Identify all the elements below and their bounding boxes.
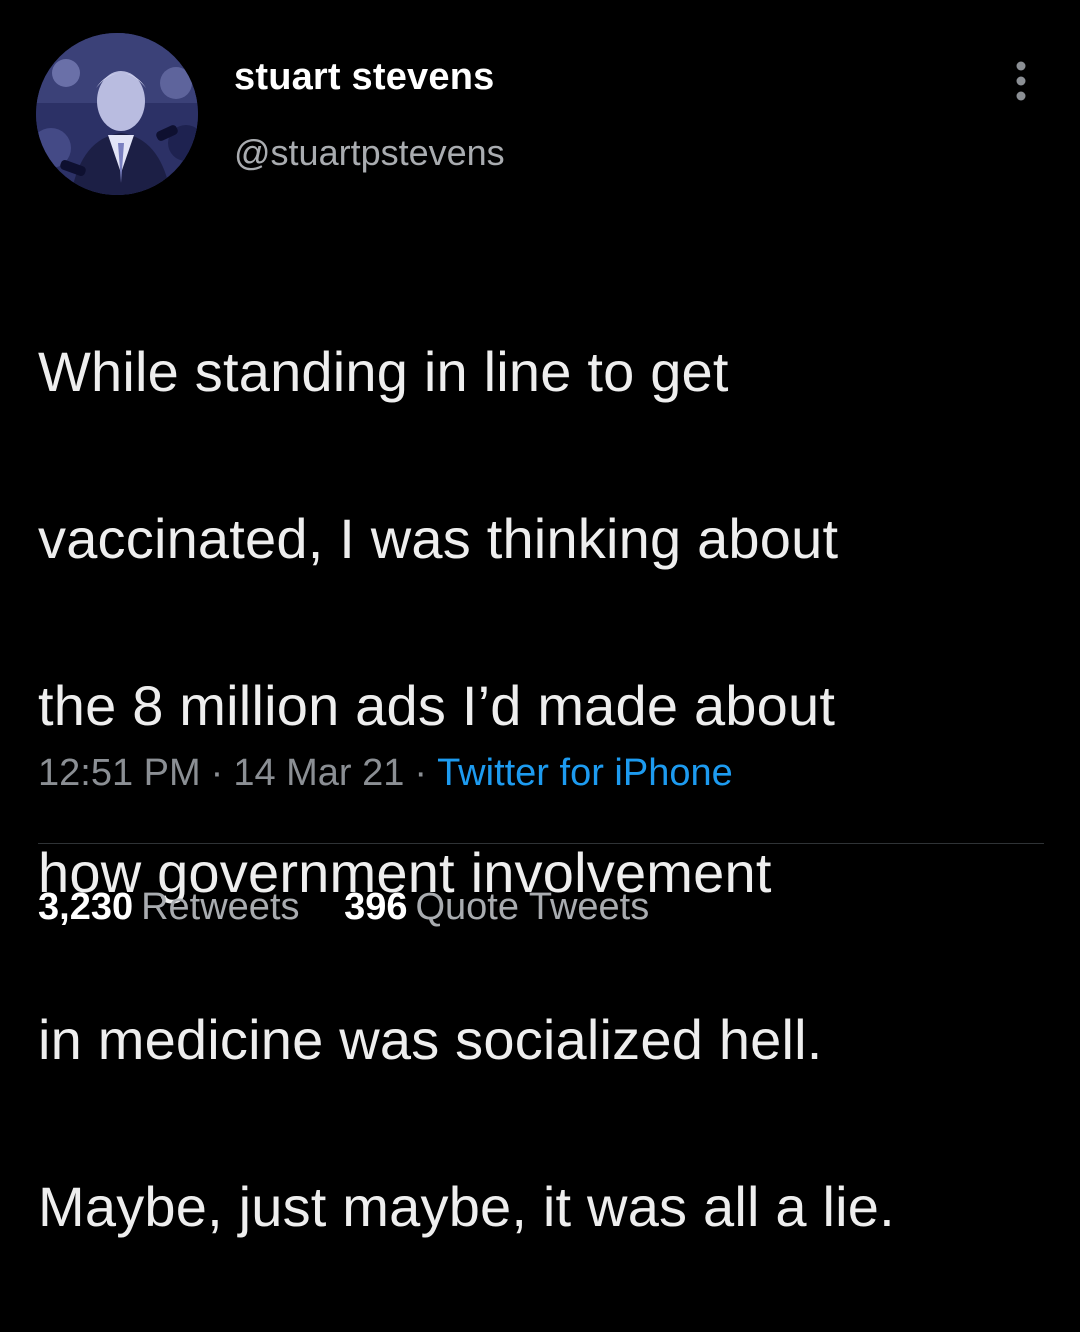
avatar-photo	[36, 33, 198, 195]
more-options-button[interactable]	[1004, 58, 1038, 104]
meta-separator: ·	[210, 752, 224, 794]
tweet-text-line: vaccinated, I was thinking about	[38, 506, 839, 570]
author-display-name[interactable]: stuart stevens	[234, 56, 494, 99]
retweets-count: 3,230	[38, 886, 134, 928]
tweet: stuart stevens @stuartpstevens While sta…	[0, 0, 1080, 1238]
divider	[38, 843, 1044, 844]
tweet-stats: 3,230 Retweets 396 Quote Tweets	[38, 886, 683, 929]
tweet-time[interactable]: 12:51 PM	[38, 752, 201, 794]
tweet-source-link[interactable]: Twitter for iPhone	[437, 752, 733, 794]
quote-tweets-label: Quote Tweets	[415, 886, 650, 928]
tweet-text-line: Maybe, just maybe, it was all a lie.	[38, 1174, 895, 1238]
quote-tweets-count: 396	[344, 886, 408, 928]
retweets-label: Retweets	[141, 886, 300, 928]
author-handle[interactable]: @stuartpstevens	[234, 132, 505, 174]
avatar[interactable]	[36, 33, 198, 195]
meta-separator: ·	[414, 752, 428, 794]
tweet-text-line: While standing in line to get	[38, 339, 729, 403]
quote-tweets-stat[interactable]: 396 Quote Tweets	[344, 886, 649, 929]
retweets-stat[interactable]: 3,230 Retweets	[38, 886, 300, 929]
tweet-text-line: the 8 million ads I’d made about	[38, 673, 836, 737]
tweet-text-line: in medicine was socialized hell.	[38, 1007, 823, 1071]
more-vertical-icon	[1016, 61, 1026, 101]
tweet-metadata: 12:51 PM · 14 Mar 21 · Twitter for iPhone	[38, 752, 733, 795]
tweet-date[interactable]: 14 Mar 21	[233, 752, 404, 794]
